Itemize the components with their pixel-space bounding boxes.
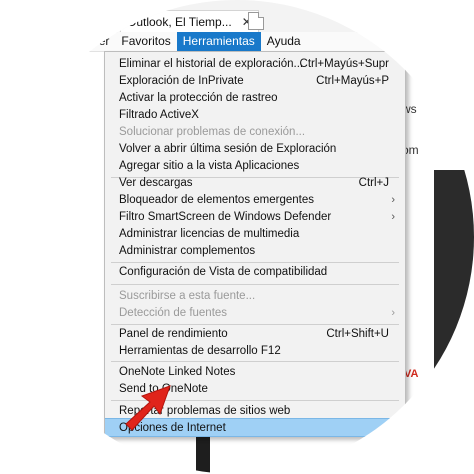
red-arrow-pointer-icon xyxy=(125,385,171,431)
menu-separator xyxy=(111,284,399,285)
menu-edicion[interactable]: Edición xyxy=(34,32,85,51)
menu-item-activex-filtering[interactable]: Filtrado ActiveX xyxy=(105,106,405,123)
menu-item-label: Suscribirse a esta fuente... xyxy=(119,289,256,302)
menu-item-label: Administrar complementos xyxy=(119,244,256,257)
menu-item-label: Filtrado ActiveX xyxy=(119,108,199,121)
menu-item-compat-view[interactable]: Configuración de Vista de compatibilidad xyxy=(105,263,405,280)
submenu-arrow-icon: › xyxy=(391,306,395,319)
menu-item-label: Herramientas de desarrollo F12 xyxy=(119,344,281,357)
menu-item-label: Panel de rendimiento xyxy=(119,327,228,340)
menu-item-manage-addons[interactable]: Administrar complementos xyxy=(105,242,405,259)
menu-item-view-downloads[interactable]: Ver descargas Ctrl+J xyxy=(105,174,405,191)
submenu-arrow-icon: › xyxy=(391,210,395,223)
menu-item-fix-connection: Solucionar problemas de conexión... xyxy=(105,123,405,140)
new-tab-icon[interactable] xyxy=(248,12,264,30)
menu-item-subscribe-feed: Suscribirse a esta fuente... xyxy=(105,287,405,304)
menu-ver[interactable]: Ver xyxy=(85,32,115,51)
menu-item-label: Configuración de Vista de compatibilidad xyxy=(119,265,328,278)
menu-item-label: Agregar sitio a la vista Aplicaciones xyxy=(119,159,300,172)
menu-item-label: Activar la protección de rastreo xyxy=(119,91,278,104)
menu-item-shortcut: Ctrl+Shift+U xyxy=(326,327,389,340)
menu-item-label: Solucionar problemas de conexión... xyxy=(119,125,306,138)
menu-herramientas[interactable]: Herramientas xyxy=(176,32,261,51)
menu-separator xyxy=(111,361,399,362)
menu-item-label: Administrar licencias de multimedia xyxy=(119,227,300,240)
menu-item-label: Bloqueador de elementos emergentes xyxy=(119,193,314,206)
menu-item-label: Exploración de InPrivate xyxy=(119,74,244,87)
menu-item-performance-dashboard[interactable]: Panel de rendimiento Ctrl+Shift+U xyxy=(105,325,405,342)
menu-item-label: Ver descargas xyxy=(119,176,193,189)
menu-item-add-to-apps[interactable]: Agregar sitio a la vista Aplicaciones xyxy=(105,157,405,174)
menu-item-popup-blocker[interactable]: Bloqueador de elementos emergentes › xyxy=(105,191,405,208)
menu-item-media-licenses[interactable]: Administrar licencias de multimedia xyxy=(105,225,405,242)
menu-favoritos[interactable]: Favoritos xyxy=(115,32,176,51)
page-red-text: VA xyxy=(404,368,419,380)
menu-item-reopen-session[interactable]: Volver a abrir última sesión de Explorac… xyxy=(105,140,405,157)
menu-item-smartscreen[interactable]: Filtro SmartScreen de Windows Defender › xyxy=(105,208,405,225)
menu-item-inprivate[interactable]: Exploración de InPrivate Ctrl+Mayús+P xyxy=(105,72,405,89)
submenu-arrow-icon: › xyxy=(391,193,395,206)
menu-item-label: Eliminar el historial de exploración... xyxy=(119,57,304,70)
menu-item-shortcut: Ctrl+J xyxy=(358,176,389,189)
menu-item-delete-history[interactable]: Eliminar el historial de exploración... … xyxy=(105,55,405,72)
menu-bar: hivo Edición Ver Favoritos Herramientas … xyxy=(0,32,474,52)
page-dark-panel xyxy=(434,170,474,470)
menu-item-shortcut: Ctrl+Mayús+Supr xyxy=(299,57,389,70)
menu-item-label: Volver a abrir última sesión de Explorac… xyxy=(119,142,337,155)
menu-item-f12-devtools[interactable]: Herramientas de desarrollo F12 xyxy=(105,342,405,359)
tab-title: Outlook, El Tiemp... xyxy=(127,15,232,29)
menu-item-label: Detección de fuentes xyxy=(119,306,228,319)
browser-tab[interactable]: Outlook, El Tiemp... ✕ xyxy=(120,10,259,33)
menu-archivo[interactable]: hivo xyxy=(0,32,34,51)
menu-item-label: Filtro SmartScreen de Windows Defender xyxy=(119,210,332,223)
menu-item-feed-discovery: Detección de fuentes › xyxy=(105,304,405,321)
screenshot-stage: Outlook, El Tiemp... ✕ hivo Edición Ver … xyxy=(0,0,474,474)
browser-tab-bar: Outlook, El Tiemp... ✕ xyxy=(0,0,474,33)
menu-item-shortcut: Ctrl+Mayús+P xyxy=(316,74,389,87)
menu-ayuda[interactable]: Ayuda xyxy=(261,32,307,51)
menu-item-tracking-protection[interactable]: Activar la protección de rastreo xyxy=(105,89,405,106)
